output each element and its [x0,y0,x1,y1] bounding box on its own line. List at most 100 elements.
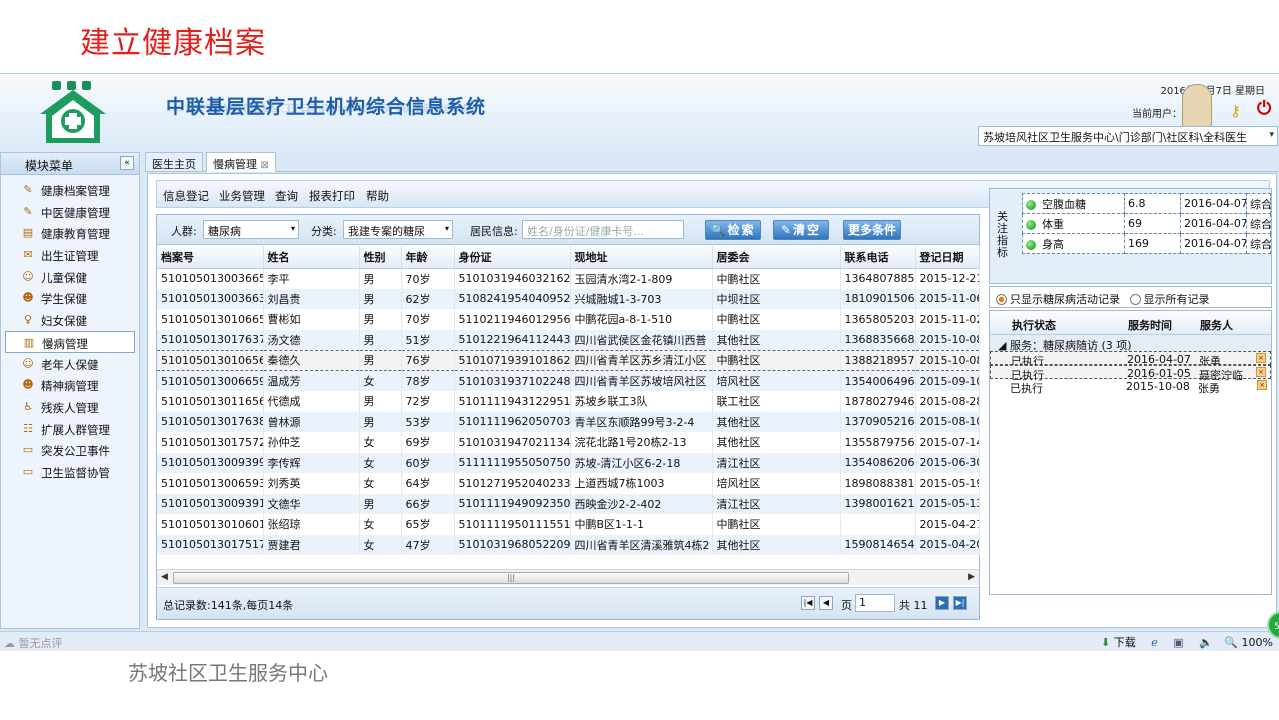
horizontal-scrollbar[interactable]: ◀ ||| ▶ [157,569,979,585]
column-header[interactable]: 联系电话 [840,246,916,269]
table-row[interactable]: 51010501301763728汤文德男51岁5101221964112443… [157,329,980,350]
zoom-icon[interactable]: 🔍 [1224,636,1238,649]
sidebar-item[interactable]: ✎ 健康档案管理 [1,179,139,201]
resident-search-input[interactable]: 姓名/身份证/健康卡号... [522,220,684,239]
sidebar-item-label: 残疾人管理 [41,400,99,415]
next-page-button[interactable]: ▶ [935,596,949,610]
table-row[interactable]: 51010501301060193张绍琼女65岁5101111950111551… [157,514,980,535]
status-dot-icon [1026,239,1036,250]
key-icon[interactable]: ⚷ [1230,102,1241,120]
scroll-right-icon[interactable]: ▶ [968,572,975,582]
menu-report-print[interactable]: 报表打印 [309,188,355,204]
sidebar-item[interactable]: ▥ 慢病管理 [5,330,135,353]
focus-indicator-row[interactable]: 身高 169 2016-04-07 综合 [1022,233,1271,254]
table-cell: 孙仲芝 [263,432,360,453]
sidebar-item[interactable]: ▤ 健康教育管理 [1,222,139,244]
delete-record-icon[interactable]: × [1257,380,1267,390]
table-row[interactable]: 51010501300366597李平男70岁51010319460321621… [157,268,980,289]
menu-help[interactable]: 帮助 [366,188,389,204]
crowd-select[interactable]: 糖尿病 ▾ [203,220,299,239]
focus-indicator-row[interactable]: 空腹血糖 6.8 2016-04-07 综合 [1022,193,1271,214]
records-group-header[interactable]: ◢ 服务：糖尿病随访 (3 项) [990,335,1271,352]
delete-record-icon[interactable]: × [1256,367,1266,377]
table-row[interactable]: 51010501300939191文德华男66岁5101111949092350… [157,493,980,514]
table-cell: 联工社区 [712,391,841,412]
record-cell: 张勇 [1198,382,1220,395]
category-select[interactable]: 我建专案的糖尿 ▾ [343,220,453,239]
menu-query[interactable]: 查询 [275,188,298,204]
table-cell: 男 [359,493,402,514]
column-header[interactable]: 年龄 [401,246,455,269]
search-button[interactable]: 🔍检索 [705,220,761,240]
table-cell: 76岁 [401,349,455,371]
delete-record-icon[interactable]: × [1256,353,1266,363]
sidebar-item[interactable]: ✎ 中医健康管理 [1,201,139,223]
page-number-input[interactable]: 1 [855,594,895,612]
zoom-level[interactable]: 100% [1242,636,1273,649]
sidebar-item[interactable]: ☺ 老年人保健 [1,353,139,375]
tab-doctor-home[interactable]: 医生主页 [145,152,203,172]
sidebar-item[interactable]: ✉ 出生证管理 [1,244,139,266]
sidebar-item[interactable]: ▭ 突发公卫事件 [1,439,139,461]
column-header[interactable]: 身份证 [454,246,571,269]
sidebar-item[interactable]: ☻ 精神病管理 [1,374,139,396]
sidebar-item-label: 老年人保健 [41,357,99,372]
table-row[interactable]: 51010501301763822曾林源男53岁5101111962050703… [157,411,980,432]
table-row[interactable]: 51010501300939980李传辉女60岁5111111955050750… [157,452,980,473]
scroll-left-icon[interactable]: ◀ [161,572,168,582]
more-conditions-button[interactable]: 更多条件 [843,220,901,240]
last-page-button[interactable]: ▶| [953,596,967,610]
column-header[interactable]: 性别 [359,246,402,269]
comment-status: ☁ 暂无点评 [4,635,63,651]
sidebar-item[interactable]: ♿ 残疾人管理 [1,396,139,418]
menu-info-register[interactable]: 信息登记 [163,188,209,204]
only-diabetes-radio[interactable]: 只显示糖尿病活动记录 [996,293,1120,306]
collapse-sidebar-button[interactable]: « [120,156,134,170]
column-header[interactable]: 姓名 [263,246,360,269]
scroll-thumb[interactable]: ||| [173,572,849,584]
table-row[interactable]: 51010501301065691秦德久男76岁5101071939101862… [157,349,980,371]
table-cell: 2015-09-10 [915,370,980,391]
table-cell: 18980883819 [840,473,916,494]
column-header[interactable]: 档案号 [157,246,264,269]
table-row[interactable]: 51010501301066561曹彬如男70岁5110211946012956… [157,309,980,330]
table-row[interactable]: 51010501301165668代德成男72岁5101111943122951… [157,391,980,412]
table-row[interactable]: 51010501301751786贾建君女47岁5101031968052209… [157,534,980,555]
sidebar-item[interactable]: ☺ 儿童保健 [1,266,139,288]
column-header[interactable]: 登记日期 [915,246,980,269]
menu-business-manage[interactable]: 业务管理 [219,188,265,204]
column-header[interactable]: 现地址 [570,246,713,269]
user-avatar[interactable] [1182,84,1212,130]
sidebar-item[interactable]: ♀ 妇女保健 [1,309,139,331]
table-cell: 四川省武侯区金花镇川西普 [570,329,713,350]
window-icon[interactable]: ▣ [1173,636,1183,649]
sidebar-item[interactable]: ☻ 学生保健 [1,287,139,309]
speaker-icon[interactable]: 🔈 [1199,636,1213,649]
download-icon[interactable]: ⬇ [1101,636,1110,649]
first-page-button[interactable]: |◀ [801,596,815,610]
tab-chronic-disease[interactable]: 慢病管理 ⊠ [206,152,276,172]
table-row[interactable]: 51010501301757257孙仲芝女69岁5101031947021134… [157,432,980,453]
close-tab-icon[interactable]: ⊠ [261,160,269,171]
slide-title: 建立健康档案 [80,26,266,61]
power-icon[interactable]: ⏻ [1257,98,1271,119]
record-row[interactable]: 已执行 2016-01-05 聂密泞临 × [990,365,1271,382]
show-all-radio[interactable]: 显示所有记录 [1129,293,1210,306]
table-row[interactable]: 51010501300366360刘昌贵男62岁5108241954040952… [157,288,980,309]
table-row[interactable]: 51010501300659306刘秀英女64岁5101271952040233… [157,473,980,494]
clear-button[interactable]: ✎清空 [773,220,829,240]
sidebar-item[interactable]: ☷ 扩展人群管理 [1,418,139,440]
download-label[interactable]: 下载 [1114,636,1136,649]
organization-select[interactable]: 苏坡培风社区卫生服务中心\门诊部门\社区科\全科医生 ▾ [978,126,1278,146]
sidebar-item[interactable]: ▭ 卫生监督协管 [1,461,139,483]
ie-icon[interactable]: ℯ [1151,636,1158,649]
focus-indicator-row[interactable]: 体重 69 2016-04-07 综合 [1022,213,1271,234]
table-row[interactable]: 51010501300665995温成芳女78岁5101031937102248… [157,370,980,391]
patient-grid-panel: 人群: 糖尿病 ▾ 分类: 我建专案的糖尿 ▾ 居民信息: 姓名/身份证/健康卡号.… [156,214,980,620]
column-header[interactable]: 居委会 [712,246,841,269]
prev-page-button[interactable]: ◀ [819,596,833,610]
record-row[interactable]: 已执行 2016-04-07 张勇 × [990,351,1271,368]
table-cell: 2015-06-30 [915,452,980,473]
table-cell: 李传辉 [263,452,360,473]
record-row[interactable]: 已执行 2015-10-08 张勇 × [990,379,1271,395]
